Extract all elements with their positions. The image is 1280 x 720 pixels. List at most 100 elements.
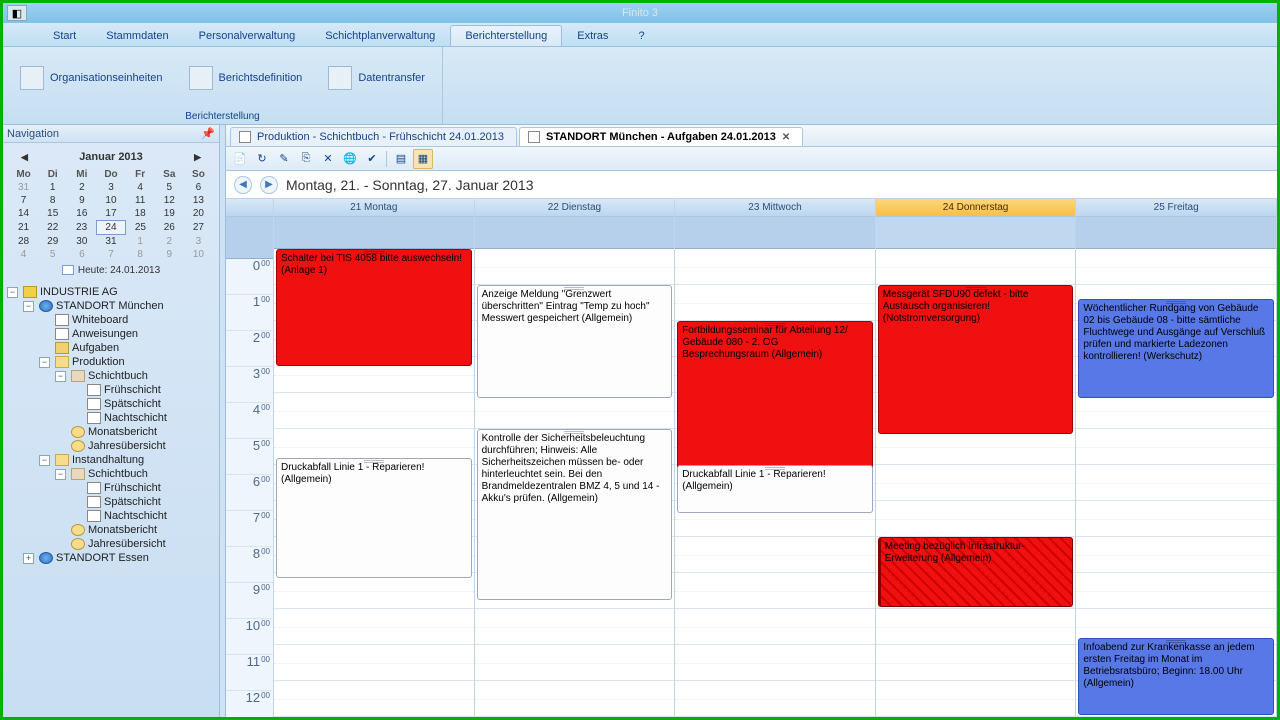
day-header[interactable]: 21 Montag bbox=[274, 199, 474, 217]
calendar-day[interactable]: 27 bbox=[184, 221, 213, 235]
calendar-day[interactable]: 4 bbox=[126, 181, 155, 194]
globe-icon[interactable]: 🌐 bbox=[340, 149, 360, 169]
calendar-day[interactable]: 7 bbox=[9, 194, 38, 207]
event-grip[interactable] bbox=[967, 539, 987, 542]
calendar-day[interactable]: 16 bbox=[67, 207, 96, 221]
calendar-day[interactable]: 6 bbox=[184, 181, 213, 194]
day-column[interactable]: 25 Freitag Wöchentlicher Rundgang von Geb… bbox=[1076, 199, 1277, 717]
calendar-day[interactable]: 2 bbox=[67, 181, 96, 194]
calendar-day[interactable]: 19 bbox=[155, 207, 184, 221]
calendar-day[interactable]: 10 bbox=[96, 194, 125, 207]
delete-icon[interactable]: ✕ bbox=[318, 149, 338, 169]
calendar-day[interactable]: 5 bbox=[38, 248, 67, 261]
tree-item[interactable]: Jahresübersicht bbox=[3, 537, 219, 551]
ribbon-tab-schichtplanverwaltung[interactable]: Schichtplanverwaltung bbox=[310, 25, 450, 46]
tree-toggle[interactable]: − bbox=[7, 287, 18, 298]
calendar-event[interactable]: Wöchentlicher Rundgang von Gebäude 02 bi… bbox=[1078, 299, 1274, 398]
tree-item[interactable]: −Produktion bbox=[3, 355, 219, 369]
calendar-event[interactable]: Anzeige Meldung "Grenzwert überschritten… bbox=[477, 285, 673, 398]
calendar-day[interactable]: 3 bbox=[184, 235, 213, 249]
tree-toggle[interactable]: − bbox=[23, 301, 34, 312]
tree-item[interactable]: Nachtschicht bbox=[3, 411, 219, 425]
calendar-day[interactable]: 11 bbox=[126, 194, 155, 207]
app-menu-button[interactable]: ◧ bbox=[7, 5, 27, 21]
tree-item[interactable]: +STANDORT Essen bbox=[3, 551, 219, 565]
day-column[interactable]: 22 Dienstag Anzeige Meldung "Grenzwert üb… bbox=[475, 199, 676, 717]
ribbon-tab-personalverwaltung[interactable]: Personalverwaltung bbox=[184, 25, 311, 46]
today-label[interactable]: Heute: 24.01.2013 bbox=[9, 265, 213, 276]
calendar-day[interactable]: 8 bbox=[126, 248, 155, 261]
calendar-day[interactable]: 4 bbox=[9, 248, 38, 261]
calendar-event[interactable]: Kontrolle der Sicherheitsbeleuchtung dur… bbox=[477, 429, 673, 600]
tree-item[interactable]: Nachtschicht bbox=[3, 509, 219, 523]
calendar-day[interactable]: 7 bbox=[96, 248, 125, 261]
event-grip[interactable] bbox=[1166, 640, 1186, 643]
ribbon-tab-extras[interactable]: Extras bbox=[562, 25, 623, 46]
tree-item[interactable]: Spätschicht bbox=[3, 495, 219, 509]
tree-toggle[interactable]: − bbox=[55, 371, 66, 382]
calendar-event[interactable]: Druckabfall Linie 1 - Reparieren! (Allge… bbox=[276, 458, 472, 578]
tree-item[interactable]: Frühschicht bbox=[3, 383, 219, 397]
prev-week-button[interactable]: ◀ bbox=[234, 176, 252, 194]
event-grip[interactable] bbox=[765, 323, 785, 326]
tree-item[interactable]: −Instandhaltung bbox=[3, 453, 219, 467]
list-icon[interactable]: ▤ bbox=[391, 149, 411, 169]
check-icon[interactable]: ✔ bbox=[362, 149, 382, 169]
mini-calendar-grid[interactable]: MoDiMiDoFrSaSo31123456789101112131415161… bbox=[9, 168, 213, 261]
day-column[interactable]: 23 MittwochFortbildungsseminar für Abtei… bbox=[675, 199, 876, 717]
document-tab[interactable]: STANDORT München - Aufgaben 24.01.2013✕ bbox=[519, 127, 803, 146]
next-month-button[interactable]: ▶ bbox=[194, 152, 201, 163]
day-column[interactable]: 21 Montag Schalter bei TIS 4058 bitte aus… bbox=[274, 199, 475, 717]
event-grip[interactable] bbox=[364, 251, 384, 254]
ribbon-tab-berichterstellung[interactable]: Berichterstellung bbox=[450, 25, 562, 46]
event-grip[interactable] bbox=[564, 287, 584, 290]
calendar-day[interactable]: 8 bbox=[38, 194, 67, 207]
tree-item[interactable]: Jahresübersicht bbox=[3, 439, 219, 453]
day-column[interactable]: 24 DonnerstagMessgerät SFDU90 defekt - b… bbox=[876, 199, 1077, 717]
ribbon-tab-?[interactable]: ? bbox=[623, 25, 659, 46]
tree-item[interactable]: −Schichtbuch bbox=[3, 369, 219, 383]
calendar-icon[interactable]: ▦ bbox=[413, 149, 433, 169]
calendar-day[interactable]: 1 bbox=[38, 181, 67, 194]
tree-item[interactable]: Whiteboard bbox=[3, 313, 219, 327]
day-header[interactable]: 22 Dienstag bbox=[475, 199, 675, 217]
event-grip[interactable] bbox=[966, 287, 986, 290]
report-definition-button[interactable]: Berichtsdefinition bbox=[182, 61, 310, 95]
tree-item[interactable]: −STANDORT München bbox=[3, 299, 219, 313]
calendar-event[interactable]: Fortbildungsseminar für Abteilung 12/ Ge… bbox=[677, 321, 873, 481]
calendar-day[interactable]: 25 bbox=[126, 221, 155, 235]
calendar-day[interactable]: 23 bbox=[67, 221, 96, 235]
tree-item[interactable]: Aufgaben bbox=[3, 341, 219, 355]
edit-icon[interactable]: ✎ bbox=[274, 149, 294, 169]
calendar-day[interactable]: 21 bbox=[9, 221, 38, 235]
calendar-day[interactable]: 2 bbox=[155, 235, 184, 249]
event-grip[interactable] bbox=[364, 460, 384, 463]
calendar-day[interactable]: 13 bbox=[184, 194, 213, 207]
calendar-day[interactable]: 20 bbox=[184, 207, 213, 221]
event-grip[interactable] bbox=[765, 467, 785, 470]
tree-item[interactable]: Spätschicht bbox=[3, 397, 219, 411]
calendar-day[interactable]: 18 bbox=[126, 207, 155, 221]
data-transfer-button[interactable]: Datentransfer bbox=[321, 61, 432, 95]
ribbon-tab-stammdaten[interactable]: Stammdaten bbox=[91, 25, 183, 46]
next-week-button[interactable]: ▶ bbox=[260, 176, 278, 194]
calendar-day[interactable]: 24 bbox=[96, 221, 125, 235]
document-tab[interactable]: Produktion - Schichtbuch - Frühschicht 2… bbox=[230, 127, 517, 146]
calendar-day[interactable]: 31 bbox=[9, 181, 38, 194]
day-header[interactable]: 24 Donnerstag bbox=[876, 199, 1076, 217]
calendar-event[interactable]: Schalter bei TIS 4058 bitte auswechseln!… bbox=[276, 249, 472, 366]
calendar-day[interactable]: 30 bbox=[67, 235, 96, 249]
event-grip[interactable] bbox=[1166, 301, 1186, 304]
calendar-day[interactable]: 12 bbox=[155, 194, 184, 207]
calendar-day[interactable]: 9 bbox=[155, 248, 184, 261]
calendar-day[interactable]: 1 bbox=[126, 235, 155, 249]
calendar-day[interactable]: 9 bbox=[67, 194, 96, 207]
tree-item[interactable]: −Schichtbuch bbox=[3, 467, 219, 481]
tree-toggle[interactable]: + bbox=[23, 553, 34, 564]
calendar-event[interactable]: Druckabfall Linie 1 - Reparieren! (Allge… bbox=[677, 465, 873, 513]
tree-item[interactable]: −INDUSTRIE AG bbox=[3, 285, 219, 299]
calendar-day[interactable]: 28 bbox=[9, 235, 38, 249]
calendar-day[interactable]: 10 bbox=[184, 248, 213, 261]
day-header[interactable]: 25 Freitag bbox=[1076, 199, 1276, 217]
calendar-day[interactable]: 31 bbox=[96, 235, 125, 249]
